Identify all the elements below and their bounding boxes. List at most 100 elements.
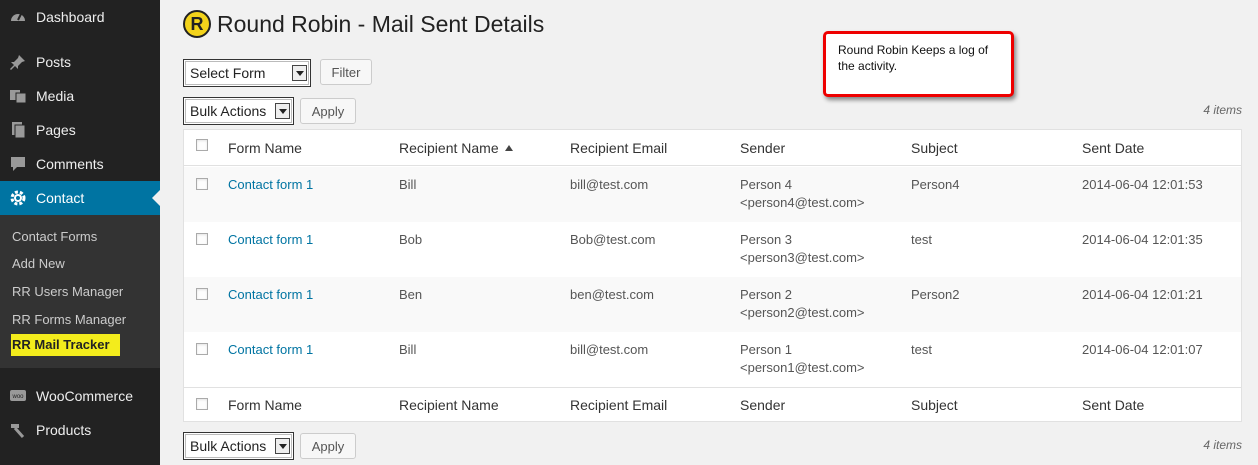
menu-item-woocommerce[interactable]: woo WooCommerce (0, 379, 160, 413)
recipient-name: Bob (399, 232, 423, 247)
column-header-form-name[interactable]: Form Name (228, 139, 302, 157)
column-footer-subject[interactable]: Subject (911, 396, 958, 414)
menu-item-label: Contact (36, 190, 85, 206)
menu-item-label: Comments (36, 156, 104, 172)
sender-email: <person1@test.com> (740, 360, 865, 375)
row-checkbox[interactable] (196, 343, 208, 355)
menu-item-label: Products (36, 422, 92, 438)
form-select[interactable]: Select Form (183, 59, 311, 87)
submenu-rr-users-manager[interactable]: RR Users Manager (12, 283, 123, 301)
admin-sidebar: Dashboard Posts Media Pages Comments Con… (0, 0, 160, 465)
sent-date: 2014-06-04 12:01:07 (1082, 342, 1203, 357)
svg-text:woo: woo (11, 394, 24, 400)
submenu-rr-forms-manager[interactable]: RR Forms Manager (12, 311, 126, 329)
select-all-checkbox-bottom[interactable] (196, 398, 208, 410)
sender-email: <person4@test.com> (740, 195, 865, 210)
column-header-subject[interactable]: Subject (911, 139, 958, 157)
contact-submenu: Contact Forms Add New RR Users Manager R… (0, 215, 160, 368)
comment-icon (8, 154, 28, 174)
menu-item-label: Pages (36, 122, 76, 138)
column-label: Recipient Name (399, 140, 499, 156)
column-header-recipient-email[interactable]: Recipient Email (570, 139, 667, 157)
row-checkbox[interactable] (196, 288, 208, 300)
mail-log-table: Form Name Recipient Name Recipient Email… (183, 129, 1242, 422)
sender-email: <person3@test.com> (740, 250, 865, 265)
sender-name: Person 3 (740, 232, 793, 247)
page-title: Round Robin - Mail Sent Details (217, 10, 545, 37)
media-icon (8, 86, 28, 106)
subject: test (911, 232, 932, 247)
apply-button-bottom[interactable]: Apply (300, 433, 356, 459)
recipient-name: Ben (399, 287, 423, 302)
menu-item-label: Posts (36, 54, 72, 70)
menu-item-media[interactable]: Media (0, 79, 160, 113)
menu-item-comments[interactable]: Comments (0, 147, 160, 181)
sent-date: 2014-06-04 12:01:53 (1082, 177, 1203, 192)
table-footer-row: Form Name Recipient Name Recipient Email… (184, 387, 1241, 422)
bulk-actions-value: Bulk Actions (190, 438, 267, 454)
recipient-email: Bob@test.com (570, 232, 656, 247)
column-footer-form-name[interactable]: Form Name (228, 396, 302, 414)
recipient-email: bill@test.com (570, 177, 649, 192)
pin-icon (8, 52, 28, 72)
column-footer-sender[interactable]: Sender (740, 396, 785, 414)
column-footer-recipient-email[interactable]: Recipient Email (570, 396, 667, 414)
gear-icon (8, 188, 28, 208)
form-name-link[interactable]: Contact form 1 (228, 176, 313, 194)
woo-icon: woo (8, 386, 28, 406)
recipient-name: Bill (399, 342, 417, 357)
menu-item-label: WooCommerce (36, 388, 133, 404)
row-checkbox[interactable] (196, 233, 208, 245)
sender-name: Person 4 (740, 177, 793, 192)
recipient-name: Bill (399, 177, 417, 192)
sent-date: 2014-06-04 12:01:35 (1082, 232, 1203, 247)
table-header-row: Form Name Recipient Name Recipient Email… (184, 130, 1241, 166)
menu-item-posts[interactable]: Posts (0, 45, 160, 79)
column-header-sent-date[interactable]: Sent Date (1082, 139, 1144, 157)
table-row: Contact form 1 Bill bill@test.com Person… (184, 332, 1241, 387)
round-robin-logo: R (183, 10, 211, 38)
column-header-recipient-name[interactable]: Recipient Name (399, 139, 513, 157)
annotation-callout: Round Robin Keeps a log of the activity. (823, 31, 1014, 97)
hammer-icon (8, 420, 28, 440)
form-select-value: Select Form (190, 65, 266, 81)
menu-item-pages[interactable]: Pages (0, 113, 160, 147)
column-header-sender[interactable]: Sender (740, 139, 785, 157)
dashboard-icon (8, 7, 28, 27)
row-checkbox[interactable] (196, 178, 208, 190)
sort-asc-icon (504, 145, 513, 151)
sender-name: Person 2 (740, 287, 793, 302)
filter-button[interactable]: Filter (320, 59, 372, 85)
column-footer-sent-date[interactable]: Sent Date (1082, 396, 1144, 414)
subject: test (911, 342, 932, 357)
bulk-actions-select-bottom[interactable]: Bulk Actions (183, 432, 294, 460)
menu-item-label: Dashboard (36, 9, 105, 25)
submenu-add-new[interactable]: Add New (12, 255, 65, 273)
recipient-email: ben@test.com (570, 287, 655, 302)
sender-email: <person2@test.com> (740, 305, 865, 320)
form-name-link[interactable]: Contact form 1 (228, 286, 313, 304)
column-footer-recipient-name[interactable]: Recipient Name (399, 396, 499, 414)
submenu-rr-mail-tracker[interactable]: RR Mail Tracker (11, 334, 120, 356)
chevron-down-icon (292, 65, 307, 81)
items-count-top: 4 items (1203, 103, 1242, 117)
form-name-link[interactable]: Contact form 1 (228, 231, 313, 249)
submenu-contact-forms[interactable]: Contact Forms (12, 228, 97, 246)
form-name-link[interactable]: Contact form 1 (228, 341, 313, 359)
chevron-down-icon (275, 438, 290, 454)
items-count-bottom: 4 items (1203, 438, 1242, 452)
page-header: R Round Robin - Mail Sent Details (183, 8, 544, 40)
apply-button-top[interactable]: Apply (300, 98, 356, 124)
bulk-actions-value: Bulk Actions (190, 103, 267, 119)
menu-item-products[interactable]: Products (0, 413, 160, 447)
subject: Person2 (911, 287, 960, 302)
subject: Person4 (911, 177, 960, 192)
menu-item-label: Media (36, 88, 75, 104)
table-row: Contact form 1 Bob Bob@test.com Person 3… (184, 222, 1241, 277)
pages-icon (8, 120, 28, 140)
select-all-checkbox[interactable] (196, 139, 208, 151)
bulk-actions-select-top[interactable]: Bulk Actions (183, 97, 294, 125)
menu-item-dashboard[interactable]: Dashboard (0, 0, 160, 34)
menu-item-contact[interactable]: Contact (0, 181, 160, 215)
table-row: Contact form 1 Ben ben@test.com Person 2… (184, 277, 1241, 332)
